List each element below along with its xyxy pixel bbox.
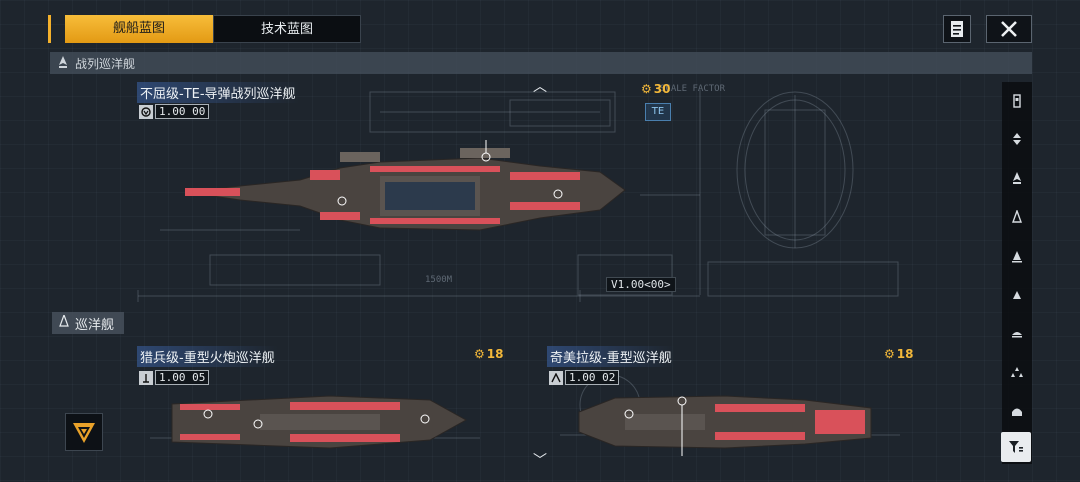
filter-battlecruiser-icon[interactable] [1002, 163, 1032, 193]
cruiser-ship-image-2[interactable] [575, 390, 875, 456]
filter-cruiser-icon[interactable] [1002, 202, 1032, 232]
filter-carrier-icon[interactable] [1002, 86, 1032, 116]
filter-battleship-icon[interactable] [1002, 124, 1032, 154]
section-title: 战列巡洋舰 [75, 56, 136, 71]
filter-fighter-icon[interactable] [1002, 357, 1032, 387]
scroll-down-chevron-icon[interactable]: ﹀ [533, 450, 547, 470]
fleet-emblem-button[interactable] [65, 413, 103, 451]
cruiser-class-icon [58, 313, 70, 331]
ship-class-filter-column [1002, 82, 1032, 464]
ship-name: 不屈级-TE-导弹战列巡洋舰 [137, 82, 299, 103]
section-header-battlecruiser: 战列巡洋舰 [50, 52, 1032, 74]
filter-button[interactable] [1001, 432, 1031, 462]
filter-corvette-icon[interactable] [1002, 318, 1032, 348]
battlecruiser-class-icon [57, 55, 69, 71]
cost-icon: ⚙ [884, 347, 895, 361]
section-header-cruiser: 巡洋舰 [52, 312, 125, 334]
version-icon [549, 370, 563, 385]
emblem-icon [73, 423, 95, 443]
ship-version: 1.00 00 [139, 104, 210, 119]
document-icon [951, 21, 963, 37]
blueprint-scale: 1500M [425, 275, 453, 285]
te-badge: TE [645, 103, 671, 121]
ship-cost: ⚙ 30 [641, 82, 671, 96]
blueprint-version-tag: V1.00<00> [606, 277, 676, 292]
ship-cost: ⚙ 18 [884, 347, 914, 361]
ship-cost: ⚙ 18 [474, 347, 504, 361]
cost-icon: ⚙ [641, 82, 652, 96]
tab-bar: 舰船蓝图 技术蓝图 [48, 15, 361, 43]
ship-version: 1.00 05 [139, 370, 210, 385]
ship-name: 奇美拉级-重型巡洋舰 [547, 346, 675, 367]
cost-icon: ⚙ [474, 347, 485, 361]
section-title: 巡洋舰 [75, 317, 115, 333]
ship-version: 1.00 02 [549, 370, 620, 385]
notes-button[interactable] [943, 15, 971, 43]
tab-ship-blueprint[interactable]: 舰船蓝图 [65, 15, 213, 43]
close-button[interactable] [986, 15, 1032, 43]
close-icon [1001, 21, 1017, 37]
version-icon [139, 104, 153, 119]
filter-frigate-icon[interactable] [1002, 280, 1032, 310]
version-icon [139, 370, 153, 385]
filter-destroyer-icon[interactable] [1002, 241, 1032, 271]
filter-icon [1009, 441, 1023, 453]
ship-name: 猎兵级-重型火炮巡洋舰 [137, 346, 278, 367]
scroll-up-chevron-icon[interactable]: ︿ [533, 76, 547, 96]
battlecruiser-ship-image[interactable] [180, 140, 630, 240]
cruiser-ship-image-1[interactable] [170, 390, 470, 456]
tab-tech-blueprint[interactable]: 技术蓝图 [213, 15, 361, 43]
filter-utility-icon[interactable] [1002, 396, 1032, 426]
